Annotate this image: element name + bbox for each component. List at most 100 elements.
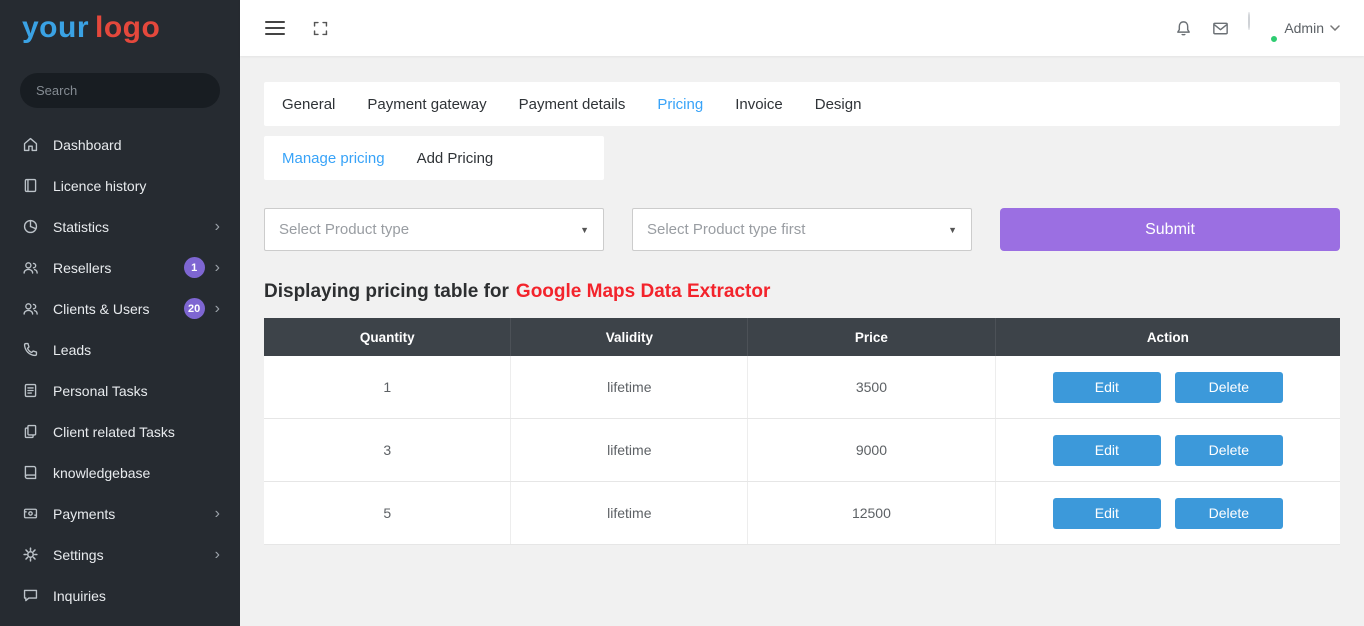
gear-icon [20,546,40,563]
app-logo[interactable]: your logo [0,0,240,56]
delete-button[interactable]: Delete [1175,435,1283,466]
cell-validity: lifetime [511,419,748,481]
main-area: Admin General Payment gateway Payment de… [240,0,1364,626]
chevron-right-icon: › [215,301,220,317]
copy-icon [20,423,40,440]
product-select[interactable]: Select Product type first ▼ [632,208,972,251]
sidebar-item-resellers[interactable]: Resellers 1 › [0,247,240,288]
product-type-select[interactable]: Select Product type ▼ [264,208,604,251]
users-icon [20,300,40,317]
sidebar-item-personal-tasks[interactable]: Personal Tasks [0,370,240,411]
subtab-add-pricing[interactable]: Add Pricing [417,150,494,167]
pricing-subtabs: Manage pricing Add Pricing [264,136,604,180]
cell-validity: lifetime [511,482,748,544]
sidebar-item-clients-users[interactable]: Clients & Users 20 › [0,288,240,329]
tasks-icon [20,382,40,399]
cell-price: 9000 [748,419,995,481]
table-row: 5 lifetime 12500 Edit Delete [264,482,1340,545]
chat-icon [20,587,40,604]
messages-mail-icon[interactable] [1211,19,1230,38]
select-caret-icon: ▼ [580,225,589,235]
chevron-right-icon: › [215,547,220,563]
phone-icon [20,341,40,358]
subtab-manage-pricing[interactable]: Manage pricing [282,150,385,167]
sidebar-item-payments[interactable]: Payments › [0,493,240,534]
delete-button[interactable]: Delete [1175,498,1283,529]
count-badge: 1 [184,257,205,278]
notifications-bell-icon[interactable] [1174,19,1193,38]
tab-invoice[interactable]: Invoice [735,96,783,113]
sidebar-item-label: Inquiries [53,588,106,604]
user-menu[interactable]: Admin [1248,13,1340,43]
home-icon [20,136,40,153]
logo-text-your: your [22,11,89,45]
submit-button[interactable]: Submit [1000,208,1340,251]
sidebar-item-label: Client related Tasks [53,424,175,440]
chevron-right-icon: › [215,260,220,276]
sidebar-item-label: Settings [53,547,104,563]
cell-actions: Edit Delete [996,482,1340,544]
sidebar-search [0,56,240,120]
product-type-select-value: Select Product type [279,221,409,238]
cell-actions: Edit Delete [996,419,1340,481]
product-select-value: Select Product type first [647,221,805,238]
pricing-table: Quantity Validity Price Action 1 lifetim… [264,318,1340,545]
fullscreen-icon[interactable] [312,20,329,37]
topbar: Admin [240,0,1364,56]
book-icon [20,464,40,481]
chevron-right-icon: › [215,219,220,235]
sidebar-item-label: Resellers [53,260,111,276]
column-header-action: Action [996,318,1340,356]
user-name: Admin [1284,20,1324,36]
cell-quantity: 5 [264,482,511,544]
tab-design[interactable]: Design [815,96,862,113]
chevron-down-icon [1330,25,1340,31]
pricing-table-header: Quantity Validity Price Action [264,318,1340,356]
tab-payment-details[interactable]: Payment details [519,96,626,113]
content: General Payment gateway Payment details … [240,56,1364,626]
cell-price: 12500 [748,482,995,544]
cell-validity: lifetime [511,356,748,418]
hamburger-menu-icon[interactable] [264,19,286,37]
sidebar-item-knowledgebase[interactable]: knowledgebase [0,452,240,493]
edit-button[interactable]: Edit [1053,372,1161,403]
tab-general[interactable]: General [282,96,335,113]
sidebar-item-statistics[interactable]: Statistics › [0,206,240,247]
users-icon [20,259,40,276]
sidebar-item-label: Statistics [53,219,109,235]
table-row: 3 lifetime 9000 Edit Delete [264,419,1340,482]
column-header-price: Price [748,318,995,356]
sidebar-item-label: Licence history [53,178,146,194]
online-status-dot [1269,34,1279,44]
filter-row: Select Product type ▼ Select Product typ… [264,208,1340,251]
logo-text-logo: logo [95,11,160,45]
sidebar-item-dashboard[interactable]: Dashboard [0,124,240,165]
select-caret-icon: ▼ [948,225,957,235]
sidebar-item-label: Personal Tasks [53,383,148,399]
count-badge: 20 [184,298,205,319]
sidebar-item-settings[interactable]: Settings › [0,534,240,575]
avatar [1248,12,1250,30]
sidebar-item-label: Clients & Users [53,301,149,317]
tab-payment-gateway[interactable]: Payment gateway [367,96,486,113]
sidebar-item-label: knowledgebase [53,465,150,481]
cell-actions: Edit Delete [996,356,1340,418]
edit-button[interactable]: Edit [1053,498,1161,529]
settings-tabs: General Payment gateway Payment details … [264,82,1340,126]
sidebar-item-label: Dashboard [53,137,122,153]
cell-quantity: 1 [264,356,511,418]
sidebar-item-leads[interactable]: Leads [0,329,240,370]
search-input[interactable] [20,73,220,108]
sidebar-item-inquiries[interactable]: Inquiries [0,575,240,616]
edit-button[interactable]: Edit [1053,435,1161,466]
cell-price: 3500 [748,356,995,418]
column-header-validity: Validity [511,318,748,356]
pricing-table-heading: Displaying pricing table for Google Maps… [264,281,1340,303]
table-row: 1 lifetime 3500 Edit Delete [264,356,1340,419]
wallet-icon [20,505,40,522]
delete-button[interactable]: Delete [1175,372,1283,403]
tab-pricing[interactable]: Pricing [657,96,703,113]
sidebar-item-client-tasks[interactable]: Client related Tasks [0,411,240,452]
journal-icon [20,177,40,194]
sidebar-item-licence-history[interactable]: Licence history [0,165,240,206]
